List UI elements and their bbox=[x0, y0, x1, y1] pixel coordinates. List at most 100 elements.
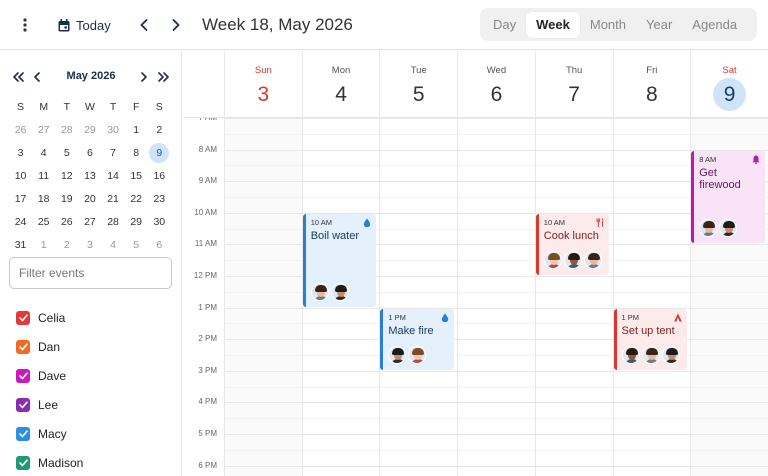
mini-day[interactable]: 2 bbox=[55, 239, 78, 251]
view-tab-year[interactable]: Year bbox=[636, 12, 682, 38]
event-cook-lunch[interactable]: 10 AM Cook lunch bbox=[535, 213, 610, 275]
checkbox-checked[interactable] bbox=[16, 368, 30, 383]
filter-field[interactable] bbox=[9, 257, 172, 289]
view-tab-agenda[interactable]: Agenda bbox=[682, 12, 747, 38]
mini-day[interactable]: 5 bbox=[125, 239, 148, 251]
mini-day[interactable]: 8 bbox=[125, 147, 148, 159]
mini-day[interactable]: 24 bbox=[9, 216, 32, 228]
person-filter-lee[interactable]: Lee bbox=[16, 390, 83, 419]
previous-week-button[interactable] bbox=[134, 13, 154, 37]
checkbox-checked[interactable] bbox=[16, 397, 30, 412]
view-tab-month[interactable]: Month bbox=[580, 12, 636, 38]
mini-day[interactable]: 11 bbox=[32, 170, 55, 182]
mini-day[interactable]: 20 bbox=[78, 193, 101, 205]
checkbox-checked[interactable] bbox=[16, 426, 30, 441]
mini-day[interactable]: 4 bbox=[32, 147, 55, 159]
mini-day-number: 2 bbox=[63, 238, 70, 251]
check-icon bbox=[18, 458, 28, 466]
mini-day[interactable]: 18 bbox=[32, 193, 55, 205]
mini-day[interactable]: 27 bbox=[78, 216, 101, 228]
mini-day[interactable]: 22 bbox=[125, 193, 148, 205]
mini-day-number: 16 bbox=[153, 169, 166, 182]
day-header-wed[interactable]: Wed 6 bbox=[457, 51, 535, 118]
checkbox-checked[interactable] bbox=[16, 455, 30, 470]
column-divider bbox=[534, 118, 536, 476]
mini-day-selected[interactable]: 9 bbox=[148, 142, 171, 163]
mini-day[interactable]: 10 bbox=[9, 170, 32, 182]
person-filter-dan[interactable]: Dan bbox=[16, 332, 83, 361]
mini-day[interactable]: 23 bbox=[148, 193, 171, 205]
mini-day[interactable]: 5 bbox=[55, 147, 78, 159]
day-header-mon[interactable]: Mon 4 bbox=[301, 51, 380, 118]
mini-day[interactable]: 1 bbox=[125, 124, 148, 136]
mini-day[interactable]: 12 bbox=[55, 170, 78, 182]
mini-day[interactable]: 27 bbox=[32, 124, 55, 136]
event-set-up-tent[interactable]: 1 PM Set up tent bbox=[613, 308, 688, 370]
more-vertical-icon bbox=[23, 18, 27, 32]
filter-input[interactable] bbox=[19, 266, 159, 280]
weekend-column bbox=[224, 118, 302, 476]
day-header-tue[interactable]: Tue 5 bbox=[379, 51, 457, 118]
previous-month-button[interactable] bbox=[29, 68, 45, 86]
time-label: 9 AM bbox=[198, 176, 217, 186]
today-button[interactable]: Today bbox=[58, 13, 111, 37]
check-icon bbox=[18, 429, 28, 437]
event-make-fire[interactable]: 1 PM Make fire bbox=[380, 308, 455, 370]
mini-day[interactable]: 4 bbox=[102, 239, 125, 251]
mini-day[interactable]: 6 bbox=[148, 239, 171, 251]
mini-day[interactable]: 31 bbox=[9, 239, 32, 251]
person-filter-madison[interactable]: Madison bbox=[16, 448, 83, 476]
mini-day[interactable]: 7 bbox=[102, 147, 125, 159]
person-filter-celia[interactable]: Celia bbox=[16, 303, 83, 332]
day-header-thu[interactable]: Thu 7 bbox=[534, 51, 613, 118]
mini-day[interactable]: 13 bbox=[78, 170, 101, 182]
person-filter-macy[interactable]: Macy bbox=[16, 419, 83, 448]
menu-button[interactable] bbox=[14, 13, 36, 37]
event-get-firewood[interactable]: 8 AM Get firewood bbox=[691, 150, 765, 244]
double-chevron-left-icon bbox=[12, 72, 24, 82]
mini-day[interactable]: 3 bbox=[78, 239, 101, 251]
mini-day[interactable]: 21 bbox=[102, 193, 125, 205]
avatar bbox=[661, 345, 680, 364]
next-month-button[interactable] bbox=[136, 68, 152, 86]
mini-day[interactable]: 2 bbox=[148, 124, 171, 136]
previous-year-button[interactable] bbox=[10, 68, 26, 86]
mini-day[interactable]: 17 bbox=[9, 193, 32, 205]
checkbox-checked[interactable] bbox=[16, 310, 30, 325]
day-header-fri[interactable]: Fri 8 bbox=[612, 51, 691, 118]
mini-day[interactable]: 29 bbox=[125, 216, 148, 228]
event-time: 1 PM bbox=[388, 312, 406, 322]
view-tab-week[interactable]: Week bbox=[526, 11, 580, 38]
chevron-left-icon bbox=[140, 19, 148, 31]
mini-day[interactable]: 14 bbox=[102, 170, 125, 182]
next-year-button[interactable] bbox=[155, 68, 171, 86]
mini-day[interactable]: 29 bbox=[78, 124, 101, 136]
mini-day[interactable]: 1 bbox=[32, 239, 55, 251]
day-header-sun[interactable]: Sun 3 bbox=[224, 51, 302, 118]
day-header-sat[interactable]: Sat 9 bbox=[690, 51, 768, 118]
mini-day[interactable]: 30 bbox=[102, 124, 125, 136]
day-name: Wed bbox=[486, 65, 507, 76]
mini-day-number: 4 bbox=[110, 238, 116, 251]
view-tab-day[interactable]: Day bbox=[483, 12, 526, 38]
mini-day[interactable]: 16 bbox=[148, 170, 171, 182]
mini-day[interactable]: 26 bbox=[9, 124, 32, 136]
mini-day[interactable]: 6 bbox=[78, 147, 101, 159]
mini-day[interactable]: 3 bbox=[9, 147, 32, 159]
event-title: Boil water bbox=[310, 229, 359, 242]
mini-day[interactable]: 28 bbox=[55, 124, 78, 136]
person-filter-dave[interactable]: Dave bbox=[16, 361, 83, 390]
next-week-button[interactable] bbox=[166, 13, 186, 37]
event-boil-water[interactable]: 10 AM Boil water bbox=[302, 213, 377, 307]
mini-day[interactable]: 30 bbox=[148, 216, 171, 228]
chevron-left-icon bbox=[34, 72, 40, 82]
checkbox-checked[interactable] bbox=[16, 339, 30, 354]
mini-day[interactable]: 25 bbox=[32, 216, 55, 228]
mini-day[interactable]: 19 bbox=[55, 193, 78, 205]
mini-day-number: 4 bbox=[40, 146, 47, 159]
mini-day[interactable]: 26 bbox=[55, 216, 78, 228]
time-label: 1 PM bbox=[198, 302, 217, 312]
half-hour-line bbox=[224, 418, 768, 420]
mini-day[interactable]: 28 bbox=[102, 216, 125, 228]
mini-day[interactable]: 15 bbox=[125, 170, 148, 182]
